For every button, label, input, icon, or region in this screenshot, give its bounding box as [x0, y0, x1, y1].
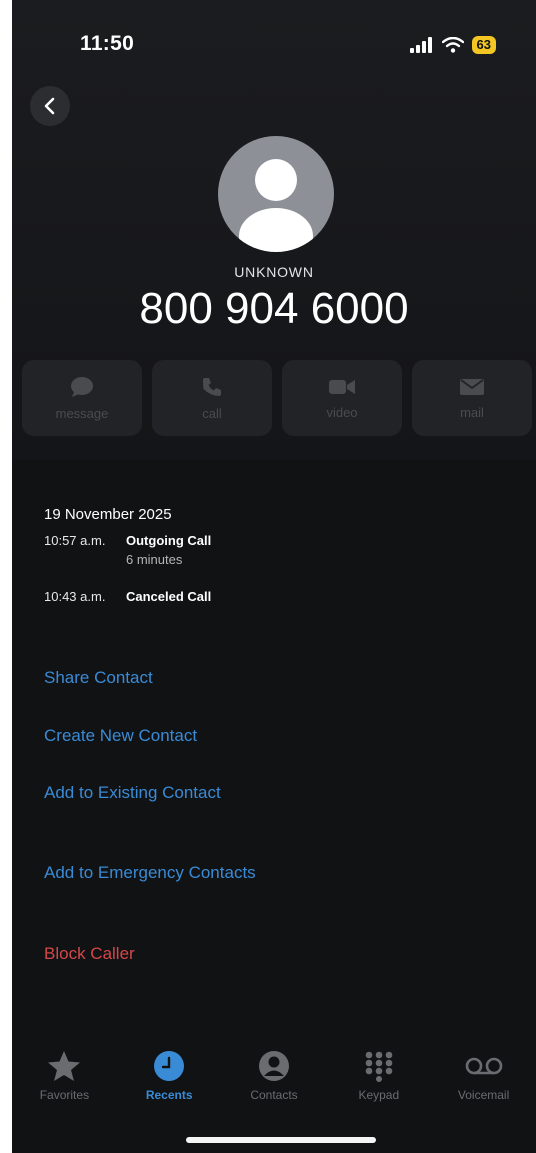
- call-row: 10:43 a.m. Canceled Call: [44, 589, 504, 604]
- call-time: 10:57 a.m.: [44, 533, 106, 548]
- tab-keypad-label: Keypad: [358, 1088, 400, 1102]
- add-to-existing-contact-link[interactable]: Add to Existing Contact: [44, 783, 221, 803]
- call-row: 10:57 a.m. Outgoing Call: [44, 533, 504, 548]
- keypad-icon: [365, 1051, 393, 1082]
- voicemail-icon: [465, 1057, 502, 1075]
- video-label: video: [326, 404, 358, 420]
- call-label: call: [202, 405, 222, 421]
- call-history: 19 November 2025 10:57 a.m. Outgoing Cal…: [44, 506, 504, 608]
- tab-contacts-label: Contacts: [250, 1088, 298, 1102]
- call-type: Outgoing Call: [126, 533, 212, 548]
- tab-voicemail[interactable]: Voicemail: [431, 1050, 536, 1120]
- star-icon: [48, 1051, 81, 1081]
- person-silhouette-icon: [239, 159, 313, 252]
- block-caller-link[interactable]: Block Caller: [44, 944, 135, 964]
- tab-keypad[interactable]: Keypad: [326, 1050, 431, 1120]
- phone-icon: [203, 377, 221, 396]
- mail-button[interactable]: mail: [412, 360, 532, 436]
- envelope-icon: [460, 378, 484, 395]
- video-button[interactable]: video: [282, 360, 402, 436]
- call-type: Canceled Call: [126, 589, 212, 604]
- person-circle-icon: [258, 1051, 289, 1081]
- phone-screen: 11:50 63 UNKNOWN 800 904 6000 message ca…: [12, 0, 536, 1153]
- mail-label: mail: [460, 404, 484, 420]
- call-button[interactable]: call: [152, 360, 272, 436]
- share-contact-link[interactable]: Share Contact: [44, 668, 153, 688]
- create-new-contact-link[interactable]: Create New Contact: [44, 726, 197, 746]
- message-bubble-icon: [71, 376, 93, 397]
- video-camera-icon: [329, 379, 355, 394]
- tab-bar: Favorites Recents Contacts Keypad Voicem…: [12, 1050, 536, 1120]
- tab-voicemail-label: Voicemail: [457, 1088, 510, 1102]
- status-time: 11:50: [80, 32, 135, 55]
- signal-icon: [409, 37, 432, 53]
- message-button[interactable]: message: [22, 360, 142, 436]
- avatar: [218, 136, 334, 252]
- message-label: message: [55, 405, 109, 421]
- caller-label: UNKNOWN: [234, 264, 314, 280]
- tab-recents-label: Recents: [145, 1088, 193, 1102]
- history-date: 19 November 2025: [44, 506, 172, 523]
- call-time: 10:43 a.m.: [44, 589, 106, 604]
- phone-number: 800 904 6000: [139, 284, 409, 333]
- clock-icon: [154, 1051, 185, 1081]
- tab-favorites[interactable]: Favorites: [12, 1050, 117, 1120]
- back-button[interactable]: [30, 86, 70, 126]
- status-bar: 11:50 63: [12, 0, 536, 80]
- status-icons: 63: [409, 36, 496, 54]
- home-indicator[interactable]: [186, 1137, 376, 1143]
- tab-recents[interactable]: Recents: [117, 1050, 222, 1120]
- wifi-icon: [441, 37, 464, 53]
- call-duration: 6 minutes: [126, 552, 183, 567]
- tab-favorites-label: Favorites: [39, 1088, 90, 1102]
- tab-contacts[interactable]: Contacts: [222, 1050, 327, 1120]
- chevron-left-icon: [44, 97, 55, 115]
- battery-badge: 63: [471, 36, 496, 54]
- action-buttons: message call video mail: [22, 360, 536, 436]
- add-to-emergency-contacts-link[interactable]: Add to Emergency Contacts: [44, 863, 256, 883]
